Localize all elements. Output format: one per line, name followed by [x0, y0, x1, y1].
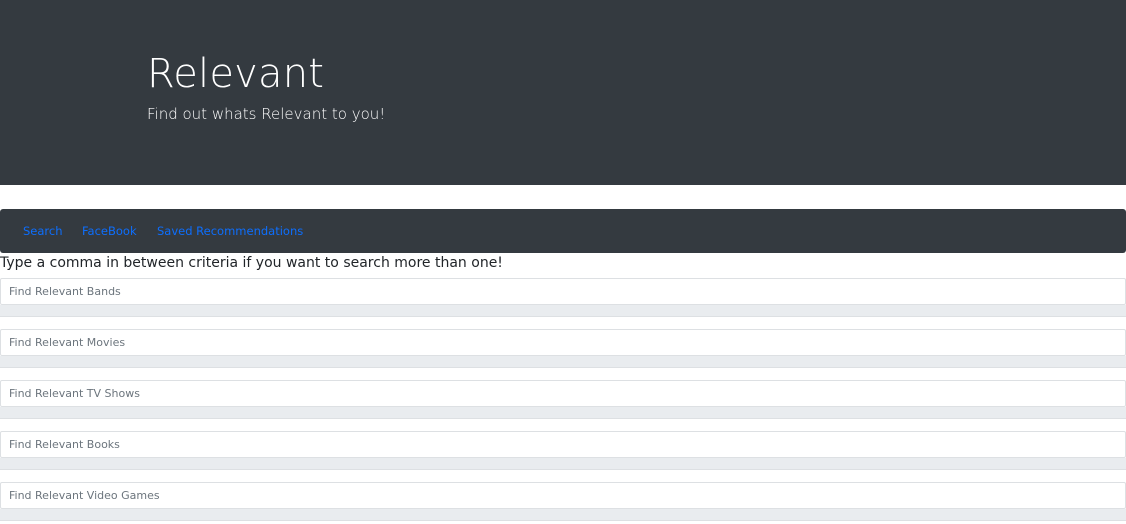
app-tagline: Find out whats Relevant to you! — [147, 105, 386, 123]
bands-search-group — [0, 278, 1126, 317]
tv-shows-search-group — [0, 380, 1126, 419]
nav-search-link[interactable]: Search — [23, 224, 63, 238]
movies-search-input[interactable] — [0, 329, 1126, 356]
video-games-results-area — [0, 509, 1126, 521]
nav-saved-recommendations-link[interactable]: Saved Recommendations — [157, 224, 303, 238]
app-title: Relevant — [147, 51, 325, 97]
books-results-area — [0, 458, 1126, 470]
tv-shows-search-input[interactable] — [0, 380, 1126, 407]
main-navbar: Search FaceBook Saved Recommendations — [0, 209, 1126, 253]
tv-shows-results-area — [0, 407, 1126, 419]
movies-results-area — [0, 356, 1126, 368]
search-hint: Type a comma in between criteria if you … — [0, 255, 503, 271]
books-search-input[interactable] — [0, 431, 1126, 458]
hero-banner: Relevant Find out whats Relevant to you! — [0, 0, 1126, 185]
video-games-search-input[interactable] — [0, 482, 1126, 509]
bands-results-area — [0, 305, 1126, 317]
video-games-search-group — [0, 482, 1126, 521]
bands-search-input[interactable] — [0, 278, 1126, 305]
books-search-group — [0, 431, 1126, 470]
movies-search-group — [0, 329, 1126, 368]
nav-facebook-link[interactable]: FaceBook — [82, 224, 137, 238]
